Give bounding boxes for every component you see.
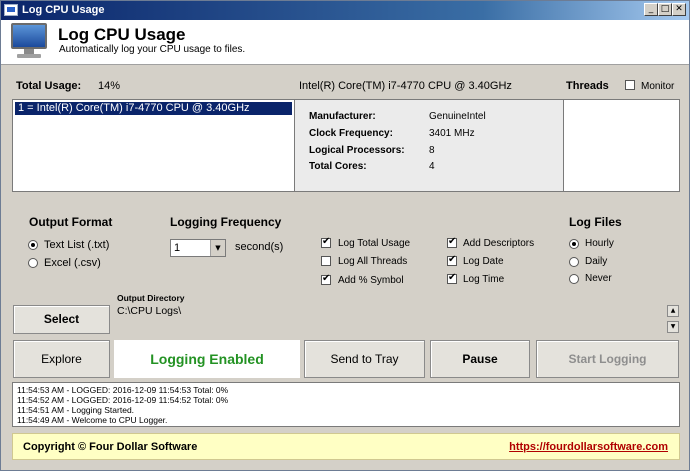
add-percent-label: Add % Symbol — [338, 275, 404, 286]
cpu-info-panel: Manufacturer: GenuineIntel Clock Frequen… — [295, 99, 563, 192]
format-csv-radio[interactable] — [28, 258, 38, 268]
format-csv-label: Excel (.csv) — [44, 257, 101, 269]
threads-label: Threads — [566, 80, 609, 92]
app-header: Log CPU Usage Automatically log your CPU… — [1, 20, 689, 65]
maximize-button[interactable]: □ — [658, 3, 672, 16]
manufacturer-label: Manufacturer: — [309, 111, 376, 122]
explore-button[interactable]: Explore — [13, 340, 110, 378]
add-descriptors-label: Add Descriptors — [463, 238, 535, 249]
send-to-tray-button[interactable]: Send to Tray — [304, 340, 425, 378]
format-txt-radio[interactable] — [28, 240, 38, 250]
manufacturer-value: GenuineIntel — [429, 111, 486, 122]
output-directory-path: C:\CPU Logs\ — [117, 305, 182, 317]
format-txt-label: Text List (.txt) — [44, 239, 110, 251]
frequency-select[interactable]: 1 ▼ — [170, 239, 226, 257]
select-button[interactable]: Select — [13, 305, 110, 334]
log-all-threads-label: Log All Threads — [338, 256, 408, 267]
footer: Copyright © Four Dollar Software https:/… — [12, 433, 680, 460]
log-time-label: Log Time — [463, 274, 505, 285]
processor-list[interactable]: 1 = Intel(R) Core(TM) i7-4770 CPU @ 3.40… — [12, 99, 295, 192]
output-directory-label: Output Directory — [117, 293, 185, 303]
output-format-heading: Output Format — [29, 215, 113, 229]
header-subtitle: Automatically log your CPU usage to file… — [59, 44, 246, 55]
website-link[interactable]: https://fourdollarsoftware.com — [509, 441, 668, 453]
total-cores-label: Total Cores: — [309, 161, 367, 172]
start-logging-button[interactable]: Start Logging — [536, 340, 679, 378]
log-total-usage-label: Log Total Usage — [338, 238, 411, 249]
processor-list-item[interactable]: 1 = Intel(R) Core(TM) i7-4770 CPU @ 3.40… — [15, 102, 292, 115]
logical-processors-value: 8 — [429, 145, 435, 156]
log-files-hourly-radio[interactable] — [569, 239, 579, 249]
log-output[interactable]: 11:54:53 AM - LOGGED: 2016-12-09 11:54:5… — [12, 382, 680, 427]
add-percent-checkbox[interactable] — [321, 273, 331, 285]
scroll-up-arrow[interactable]: ▲ — [667, 305, 679, 317]
add-descriptors-checkbox[interactable] — [447, 236, 457, 248]
cpu-name: Intel(R) Core(TM) i7-4770 CPU @ 3.40GHz — [299, 80, 512, 92]
log-date-label: Log Date — [463, 256, 504, 267]
monitor-icon — [11, 23, 47, 59]
header-title: Log CPU Usage — [58, 25, 186, 44]
log-files-heading: Log Files — [569, 215, 622, 229]
title-bar[interactable]: Log CPU Usage _ □ ✕ — [1, 1, 689, 20]
threads-list[interactable] — [563, 99, 680, 192]
log-date-checkbox[interactable] — [447, 254, 457, 266]
pause-button[interactable]: Pause — [430, 340, 530, 378]
logical-processors-label: Logical Processors: — [309, 145, 405, 156]
app-window: Log CPU Usage _ □ ✕ Log CPU Usage Automa… — [0, 0, 690, 471]
minimize-button[interactable]: _ — [644, 3, 658, 16]
frequency-value: 1 — [174, 242, 181, 254]
log-total-usage-checkbox[interactable] — [321, 236, 331, 248]
log-files-daily-label: Daily — [585, 256, 608, 267]
close-button[interactable]: ✕ — [672, 3, 686, 16]
scroll-down-arrow[interactable]: ▼ — [667, 321, 679, 333]
frequency-unit: second(s) — [235, 241, 284, 253]
log-files-hourly-label: Hourly — [585, 238, 614, 249]
window-title: Log CPU Usage — [22, 4, 105, 16]
monitor-label: Monitor — [641, 81, 675, 92]
total-usage-value: 14% — [98, 80, 121, 92]
log-files-never-label: Never — [585, 273, 612, 284]
logging-status: Logging Enabled — [114, 340, 300, 378]
chevron-down-icon[interactable]: ▼ — [210, 240, 225, 256]
log-line: 11:54:53 AM - LOGGED: 2016-12-09 11:54:5… — [17, 385, 229, 395]
app-monitor-icon — [4, 4, 18, 16]
logging-frequency-heading: Logging Frequency — [170, 215, 282, 229]
log-files-daily-radio[interactable] — [569, 257, 579, 267]
total-cores-value: 4 — [429, 161, 435, 172]
log-all-threads-checkbox[interactable] — [321, 256, 331, 266]
clock-frequency-value: 3401 MHz — [429, 128, 475, 139]
copyright-text: Copyright © Four Dollar Software — [23, 441, 198, 453]
clock-frequency-label: Clock Frequency: — [309, 128, 393, 139]
log-time-checkbox[interactable] — [447, 272, 457, 284]
log-line: 11:54:49 AM - Welcome to CPU Logger. — [17, 415, 168, 425]
log-files-never-radio[interactable] — [569, 274, 579, 284]
log-line: 11:54:52 AM - LOGGED: 2016-12-09 11:54:5… — [17, 395, 229, 405]
total-usage-label: Total Usage: — [16, 80, 82, 92]
monitor-checkbox[interactable] — [625, 80, 635, 90]
log-line: 11:54:51 AM - Logging Started. — [17, 405, 135, 415]
